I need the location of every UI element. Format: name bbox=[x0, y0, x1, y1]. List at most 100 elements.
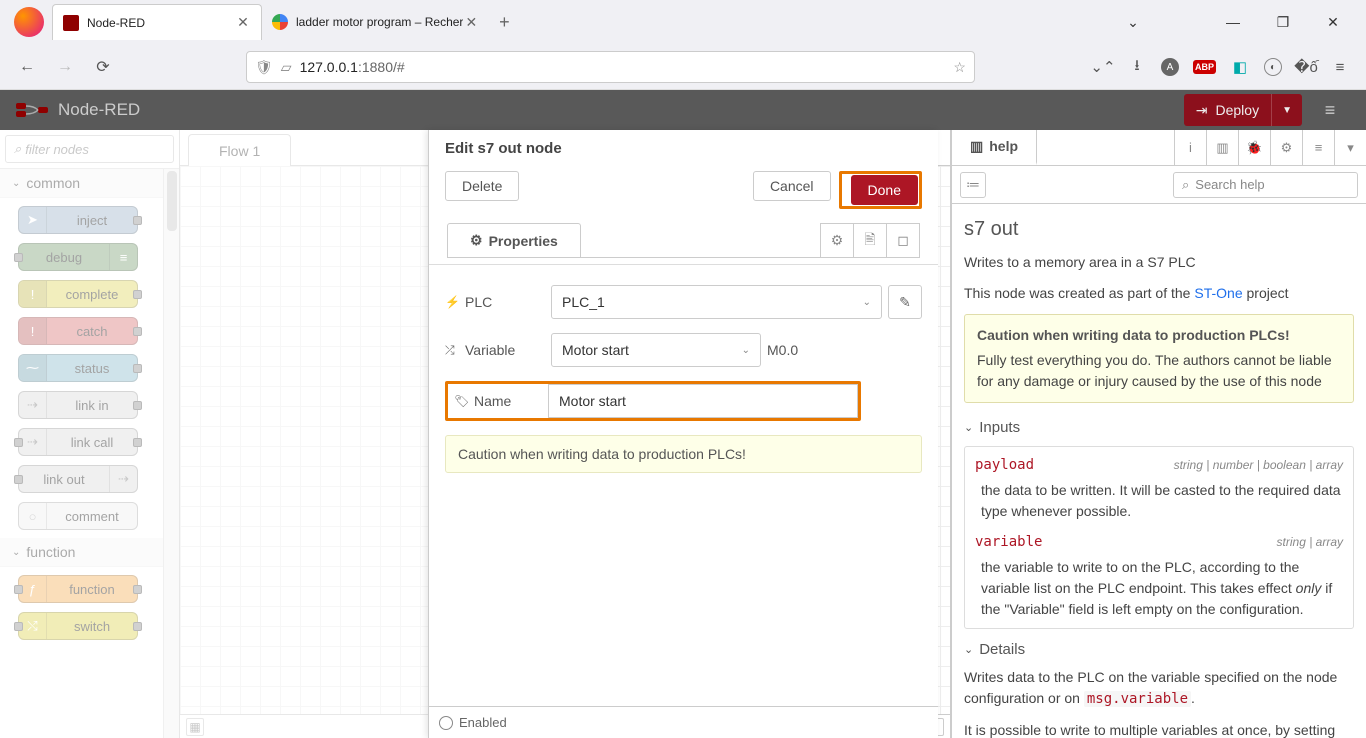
done-button[interactable]: Done bbox=[851, 175, 918, 205]
select-value: PLC_1 bbox=[562, 294, 605, 310]
palette: ⌕filter nodes ⌄common ➤inject debug≡ !co… bbox=[0, 130, 180, 738]
doc-icon[interactable]: 🖹 bbox=[853, 223, 887, 257]
done-highlight: Done bbox=[839, 171, 922, 209]
scrollbar[interactable] bbox=[163, 169, 179, 738]
st-one-link[interactable]: ST-One bbox=[1194, 285, 1242, 301]
navigator-button[interactable]: ▦ bbox=[186, 718, 204, 736]
link-icon: ⇢ bbox=[109, 466, 137, 492]
input-desc: the data to be written. It will be caste… bbox=[975, 480, 1343, 522]
palette-node-complete[interactable]: !complete bbox=[18, 280, 138, 308]
back-button[interactable]: ← bbox=[12, 52, 42, 82]
debug-icon[interactable]: 🐞 bbox=[1238, 130, 1270, 165]
flow-tab[interactable]: Flow 1 bbox=[188, 134, 291, 166]
lock-icon[interactable]: ▱ bbox=[281, 59, 292, 76]
palette-category-function[interactable]: ⌄function bbox=[0, 538, 179, 567]
cancel-button[interactable]: Cancel bbox=[753, 171, 831, 201]
maximize-icon[interactable]: ❐ bbox=[1268, 14, 1298, 31]
sidebar-toolbar: ≔ ⌕Search help bbox=[952, 166, 1366, 204]
address-bar[interactable]: 🛡 ▱ 127.0.0.1:1880/# ☆ bbox=[246, 51, 975, 83]
palette-node-catch[interactable]: !catch bbox=[18, 317, 138, 345]
plc-select[interactable]: PLC_1⌄ bbox=[551, 285, 882, 319]
palette-node-comment[interactable]: ○comment bbox=[18, 502, 138, 530]
alert-icon: ! bbox=[19, 318, 47, 344]
tray-footer: Enabled bbox=[429, 706, 938, 738]
edit-plc-button[interactable]: ✎ bbox=[888, 285, 922, 319]
app-title: Node-RED bbox=[58, 100, 140, 120]
enabled-toggle[interactable] bbox=[439, 716, 453, 730]
inputs-section[interactable]: ⌄Inputs bbox=[964, 417, 1354, 440]
palette-node-link-call[interactable]: ⇢link call bbox=[18, 428, 138, 456]
browser-chrome: Node-RED ✕ ladder motor program – Recher… bbox=[0, 0, 1366, 90]
deploy-button[interactable]: ⇥ Deploy ▼ bbox=[1184, 94, 1302, 126]
forward-button: → bbox=[50, 52, 80, 82]
deploy-label: Deploy bbox=[1216, 102, 1260, 118]
palette-category-common[interactable]: ⌄common bbox=[0, 169, 179, 198]
properties-tab[interactable]: ⚙Properties bbox=[447, 223, 581, 257]
help-title: s7 out bbox=[964, 214, 1354, 244]
palette-node-status[interactable]: ⁓status bbox=[18, 354, 138, 382]
deploy-icon: ⇥ bbox=[1196, 102, 1208, 119]
close-icon[interactable]: ✕ bbox=[1318, 14, 1348, 31]
book-icon: ▥ bbox=[970, 138, 983, 155]
menu-button[interactable]: ≡ bbox=[1310, 100, 1350, 121]
toc-button[interactable]: ≔ bbox=[960, 172, 986, 198]
toolbar-icons: ⌄⌃ ⭳ A ABP ◧ ◐ �ốֿ ≡ bbox=[1093, 57, 1354, 77]
browser-tab-nodered[interactable]: Node-RED ✕ bbox=[52, 4, 262, 40]
help-content: s7 out Writes to a memory area in a S7 P… bbox=[952, 204, 1366, 738]
new-tab-button[interactable]: + bbox=[489, 7, 519, 37]
comment-icon: ○ bbox=[19, 503, 47, 529]
extension-icon[interactable]: ◐ bbox=[1264, 58, 1282, 76]
reload-button[interactable]: ⟳ bbox=[88, 52, 118, 82]
debug-icon: ≡ bbox=[109, 244, 137, 270]
enabled-label: Enabled bbox=[459, 715, 507, 730]
tray-title: Edit s7 out node bbox=[445, 140, 922, 157]
chevron-down-icon[interactable]: ▼ bbox=[1272, 105, 1302, 116]
gear-icon[interactable]: ⚙ bbox=[820, 223, 854, 257]
palette-node-switch[interactable]: ⤭switch bbox=[18, 612, 138, 640]
book-icon[interactable]: ▥ bbox=[1206, 130, 1238, 165]
abp-icon[interactable]: ABP bbox=[1193, 60, 1216, 74]
shield-icon[interactable]: 🛡 bbox=[255, 59, 273, 76]
pocket-icon[interactable]: ⌄⌃ bbox=[1093, 57, 1113, 77]
menu-icon[interactable]: ≡ bbox=[1330, 57, 1350, 77]
field-label: PLC bbox=[465, 294, 492, 310]
palette-node-inject[interactable]: ➤inject bbox=[18, 206, 138, 234]
help-search[interactable]: ⌕Search help bbox=[1173, 172, 1358, 198]
variable-select[interactable]: Motor start⌄ bbox=[551, 333, 761, 367]
filter-nodes-input[interactable]: ⌕filter nodes bbox=[5, 135, 174, 163]
extensions-icon[interactable]: �ốֿ bbox=[1296, 57, 1316, 77]
palette-node-debug[interactable]: debug≡ bbox=[18, 243, 138, 271]
chevron-down-icon: ⌄ bbox=[12, 178, 20, 189]
gear-icon[interactable]: ⚙ bbox=[1270, 130, 1302, 165]
chevron-down-icon[interactable]: ▾ bbox=[1334, 130, 1366, 165]
switch-icon: ⤭ bbox=[19, 613, 47, 639]
chevron-down-icon: ⌄ bbox=[964, 642, 973, 659]
bookmark-icon[interactable]: ☆ bbox=[953, 59, 966, 76]
input-types: string | number | boolean | array bbox=[1174, 456, 1343, 474]
palette-node-link-in[interactable]: ⇢link in bbox=[18, 391, 138, 419]
browser-tab-google[interactable]: ladder motor program – Recher ✕ bbox=[262, 4, 489, 40]
category-label: function bbox=[26, 544, 75, 560]
palette-node-link-out[interactable]: link out⇢ bbox=[18, 465, 138, 493]
sidebar: ▥help i ▥ 🐞 ⚙ ≡ ▾ ≔ ⌕Search help s7 out … bbox=[951, 130, 1366, 738]
input-desc: the variable to write to on the PLC, acc… bbox=[975, 557, 1343, 620]
info-icon[interactable]: i bbox=[1174, 130, 1206, 165]
download-icon[interactable]: ⭳ bbox=[1127, 57, 1147, 77]
sidebar-tabs: ▥help i ▥ 🐞 ⚙ ≡ ▾ bbox=[952, 130, 1366, 166]
minimize-icon[interactable]: — bbox=[1218, 14, 1248, 31]
delete-button[interactable]: Delete bbox=[445, 171, 519, 201]
url-text: 127.0.0.1:1880/# bbox=[300, 59, 405, 75]
window-controls: ⌄ — ❐ ✕ bbox=[1118, 14, 1366, 31]
chevron-down-icon[interactable]: ⌄ bbox=[1118, 14, 1148, 31]
palette-node-function[interactable]: ƒfunction bbox=[18, 575, 138, 603]
close-icon[interactable]: ✕ bbox=[463, 14, 479, 30]
appearance-icon[interactable]: ◻ bbox=[886, 223, 920, 257]
extension-icon[interactable]: ◧ bbox=[1230, 57, 1250, 77]
close-icon[interactable]: ✕ bbox=[235, 15, 251, 31]
inputs-list: payloadstring | number | boolean | array… bbox=[964, 446, 1354, 629]
account-icon[interactable]: A bbox=[1161, 58, 1179, 76]
context-icon[interactable]: ≡ bbox=[1302, 130, 1334, 165]
name-input[interactable] bbox=[548, 384, 858, 418]
help-tab[interactable]: ▥help bbox=[952, 130, 1037, 165]
details-section[interactable]: ⌄Details bbox=[964, 639, 1354, 662]
